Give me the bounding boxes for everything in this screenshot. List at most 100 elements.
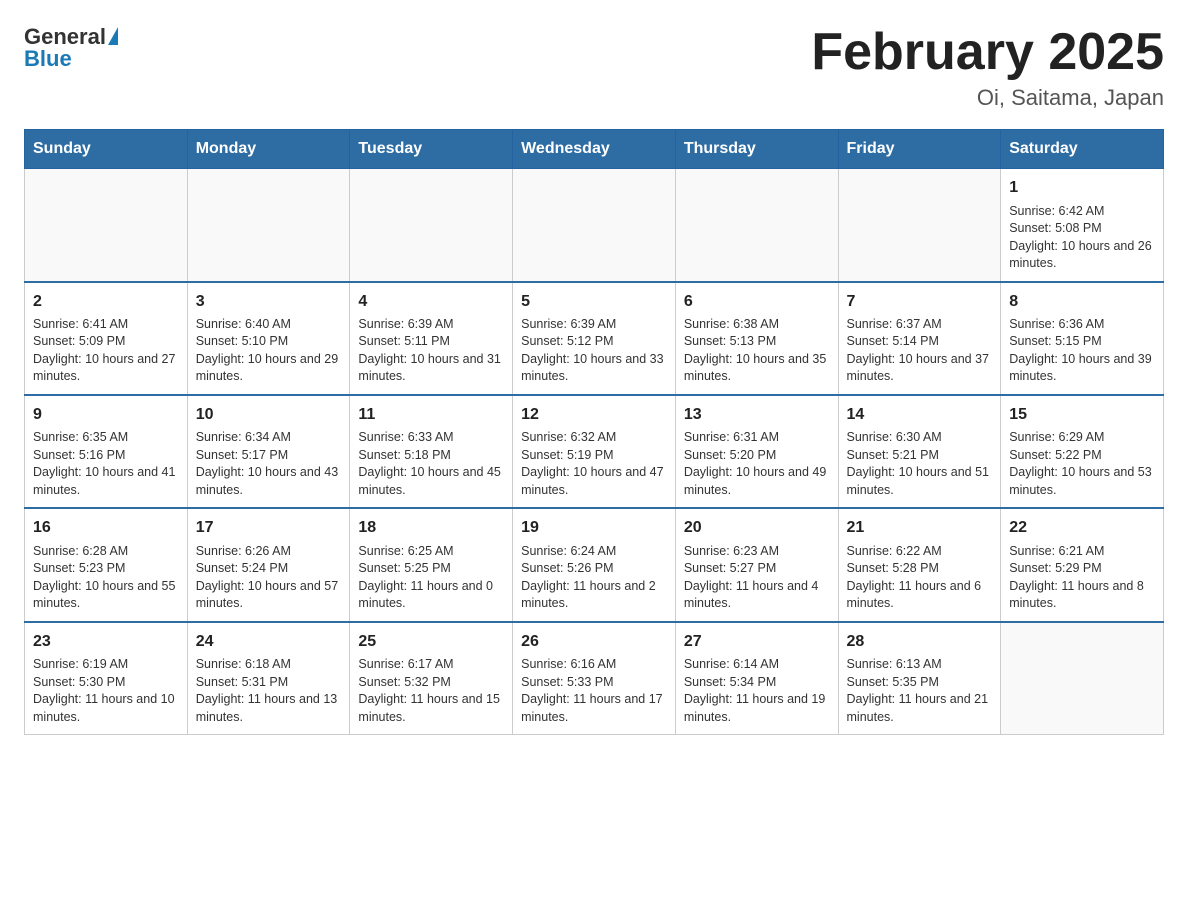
calendar-cell: 10 Sunrise: 6:34 AM Sunset: 5:17 PM Dayli… bbox=[187, 395, 350, 508]
day-info: Sunrise: 6:41 AM Sunset: 5:09 PM Dayligh… bbox=[33, 316, 179, 386]
day-info: Sunrise: 6:19 AM Sunset: 5:30 PM Dayligh… bbox=[33, 656, 179, 726]
calendar-week-row: 1 Sunrise: 6:42 AM Sunset: 5:08 PM Daylig… bbox=[25, 169, 1164, 282]
day-info: Sunrise: 6:29 AM Sunset: 5:22 PM Dayligh… bbox=[1009, 429, 1155, 499]
calendar-cell bbox=[187, 169, 350, 282]
day-info: Sunrise: 6:35 AM Sunset: 5:16 PM Dayligh… bbox=[33, 429, 179, 499]
day-info: Sunrise: 6:38 AM Sunset: 5:13 PM Dayligh… bbox=[684, 316, 830, 386]
calendar-cell bbox=[1001, 622, 1164, 735]
calendar-table: SundayMondayTuesdayWednesdayThursdayFrid… bbox=[24, 129, 1164, 735]
day-info: Sunrise: 6:37 AM Sunset: 5:14 PM Dayligh… bbox=[847, 316, 993, 386]
logo: General Blue bbox=[24, 24, 118, 72]
day-info: Sunrise: 6:28 AM Sunset: 5:23 PM Dayligh… bbox=[33, 543, 179, 613]
calendar-cell: 15 Sunrise: 6:29 AM Sunset: 5:22 PM Dayli… bbox=[1001, 395, 1164, 508]
calendar-cell: 1 Sunrise: 6:42 AM Sunset: 5:08 PM Daylig… bbox=[1001, 169, 1164, 282]
calendar-cell bbox=[838, 169, 1001, 282]
calendar-body: 1 Sunrise: 6:42 AM Sunset: 5:08 PM Daylig… bbox=[25, 169, 1164, 735]
day-number: 9 bbox=[33, 404, 179, 426]
day-number: 19 bbox=[521, 517, 667, 539]
day-number: 12 bbox=[521, 404, 667, 426]
day-info: Sunrise: 6:18 AM Sunset: 5:31 PM Dayligh… bbox=[196, 656, 342, 726]
day-info: Sunrise: 6:42 AM Sunset: 5:08 PM Dayligh… bbox=[1009, 203, 1155, 273]
calendar-cell bbox=[25, 169, 188, 282]
day-info: Sunrise: 6:22 AM Sunset: 5:28 PM Dayligh… bbox=[847, 543, 993, 613]
weekday-header-tuesday: Tuesday bbox=[350, 130, 513, 169]
calendar-cell: 27 Sunrise: 6:14 AM Sunset: 5:34 PM Dayli… bbox=[675, 622, 838, 735]
calendar-cell: 13Sunrise: 6:31 AM Sunset: 5:20 PM Dayli… bbox=[675, 395, 838, 508]
calendar-week-row: 2 Sunrise: 6:41 AM Sunset: 5:09 PM Daylig… bbox=[25, 282, 1164, 395]
calendar-week-row: 23 Sunrise: 6:19 AM Sunset: 5:30 PM Dayli… bbox=[25, 622, 1164, 735]
day-number: 18 bbox=[358, 517, 504, 539]
day-number: 11 bbox=[358, 404, 504, 426]
weekday-header-wednesday: Wednesday bbox=[513, 130, 676, 169]
page-header: General Blue February 2025 Oi, Saitama, … bbox=[24, 24, 1164, 111]
day-number: 2 bbox=[33, 291, 179, 313]
day-info: Sunrise: 6:26 AM Sunset: 5:24 PM Dayligh… bbox=[196, 543, 342, 613]
calendar-cell: 4 Sunrise: 6:39 AM Sunset: 5:11 PM Daylig… bbox=[350, 282, 513, 395]
weekday-header-saturday: Saturday bbox=[1001, 130, 1164, 169]
day-number: 5 bbox=[521, 291, 667, 313]
calendar-cell: 18 Sunrise: 6:25 AM Sunset: 5:25 PM Dayli… bbox=[350, 508, 513, 621]
day-number: 13 bbox=[684, 404, 830, 426]
day-number: 24 bbox=[196, 631, 342, 653]
calendar-cell: 19Sunrise: 6:24 AM Sunset: 5:26 PM Dayli… bbox=[513, 508, 676, 621]
calendar-cell: 25 Sunrise: 6:17 AM Sunset: 5:32 PM Dayli… bbox=[350, 622, 513, 735]
day-number: 16 bbox=[33, 517, 179, 539]
logo-blue-text: Blue bbox=[24, 46, 72, 72]
logo-triangle-icon bbox=[108, 27, 118, 45]
day-number: 10 bbox=[196, 404, 342, 426]
day-info: Sunrise: 6:36 AM Sunset: 5:15 PM Dayligh… bbox=[1009, 316, 1155, 386]
day-info: Sunrise: 6:17 AM Sunset: 5:32 PM Dayligh… bbox=[358, 656, 504, 726]
weekday-row: SundayMondayTuesdayWednesdayThursdayFrid… bbox=[25, 130, 1164, 169]
weekday-header-friday: Friday bbox=[838, 130, 1001, 169]
day-number: 8 bbox=[1009, 291, 1155, 313]
day-number: 3 bbox=[196, 291, 342, 313]
day-number: 28 bbox=[847, 631, 993, 653]
day-info: Sunrise: 6:25 AM Sunset: 5:25 PM Dayligh… bbox=[358, 543, 504, 613]
calendar-cell: 3 Sunrise: 6:40 AM Sunset: 5:10 PM Daylig… bbox=[187, 282, 350, 395]
calendar-cell: 22 Sunrise: 6:21 AM Sunset: 5:29 PM Dayli… bbox=[1001, 508, 1164, 621]
day-number: 23 bbox=[33, 631, 179, 653]
calendar-cell bbox=[675, 169, 838, 282]
calendar-title: February 2025 bbox=[811, 24, 1164, 81]
calendar-cell: 5 Sunrise: 6:39 AM Sunset: 5:12 PM Daylig… bbox=[513, 282, 676, 395]
calendar-cell: 26 Sunrise: 6:16 AM Sunset: 5:33 PM Dayli… bbox=[513, 622, 676, 735]
calendar-week-row: 9 Sunrise: 6:35 AM Sunset: 5:16 PM Daylig… bbox=[25, 395, 1164, 508]
day-number: 1 bbox=[1009, 177, 1155, 199]
day-info: Sunrise: 6:39 AM Sunset: 5:11 PM Dayligh… bbox=[358, 316, 504, 386]
calendar-cell: 21 Sunrise: 6:22 AM Sunset: 5:28 PM Dayli… bbox=[838, 508, 1001, 621]
day-info: Sunrise: 6:21 AM Sunset: 5:29 PM Dayligh… bbox=[1009, 543, 1155, 613]
day-number: 7 bbox=[847, 291, 993, 313]
day-info: Sunrise: 6:30 AM Sunset: 5:21 PM Dayligh… bbox=[847, 429, 993, 499]
day-number: 17 bbox=[196, 517, 342, 539]
title-block: February 2025 Oi, Saitama, Japan bbox=[811, 24, 1164, 111]
day-info: Sunrise: 6:40 AM Sunset: 5:10 PM Dayligh… bbox=[196, 316, 342, 386]
calendar-week-row: 16 Sunrise: 6:28 AM Sunset: 5:23 PM Dayli… bbox=[25, 508, 1164, 621]
day-number: 26 bbox=[521, 631, 667, 653]
calendar-cell bbox=[513, 169, 676, 282]
day-info: Sunrise: 6:34 AM Sunset: 5:17 PM Dayligh… bbox=[196, 429, 342, 499]
day-number: 14 bbox=[847, 404, 993, 426]
day-number: 4 bbox=[358, 291, 504, 313]
day-number: 15 bbox=[1009, 404, 1155, 426]
day-info: Sunrise: 6:16 AM Sunset: 5:33 PM Dayligh… bbox=[521, 656, 667, 726]
calendar-cell: 20 Sunrise: 6:23 AM Sunset: 5:27 PM Dayli… bbox=[675, 508, 838, 621]
day-number: 27 bbox=[684, 631, 830, 653]
calendar-cell: 14 Sunrise: 6:30 AM Sunset: 5:21 PM Dayli… bbox=[838, 395, 1001, 508]
day-info: Sunrise: 6:39 AM Sunset: 5:12 PM Dayligh… bbox=[521, 316, 667, 386]
day-info: Sunrise: 6:14 AM Sunset: 5:34 PM Dayligh… bbox=[684, 656, 830, 726]
calendar-cell: 9 Sunrise: 6:35 AM Sunset: 5:16 PM Daylig… bbox=[25, 395, 188, 508]
day-info: Sunrise: 6:33 AM Sunset: 5:18 PM Dayligh… bbox=[358, 429, 504, 499]
weekday-header-thursday: Thursday bbox=[675, 130, 838, 169]
calendar-cell: 16 Sunrise: 6:28 AM Sunset: 5:23 PM Dayli… bbox=[25, 508, 188, 621]
day-number: 20 bbox=[684, 517, 830, 539]
day-number: 22 bbox=[1009, 517, 1155, 539]
day-info: Sunrise: 6:32 AM Sunset: 5:19 PM Dayligh… bbox=[521, 429, 667, 499]
day-info: Sunrise: 6:23 AM Sunset: 5:27 PM Dayligh… bbox=[684, 543, 830, 613]
calendar-cell: 28Sunrise: 6:13 AM Sunset: 5:35 PM Dayli… bbox=[838, 622, 1001, 735]
calendar-subtitle: Oi, Saitama, Japan bbox=[811, 85, 1164, 111]
calendar-header: SundayMondayTuesdayWednesdayThursdayFrid… bbox=[25, 130, 1164, 169]
calendar-cell: 12 Sunrise: 6:32 AM Sunset: 5:19 PM Dayli… bbox=[513, 395, 676, 508]
day-number: 21 bbox=[847, 517, 993, 539]
day-number: 25 bbox=[358, 631, 504, 653]
day-number: 6 bbox=[684, 291, 830, 313]
